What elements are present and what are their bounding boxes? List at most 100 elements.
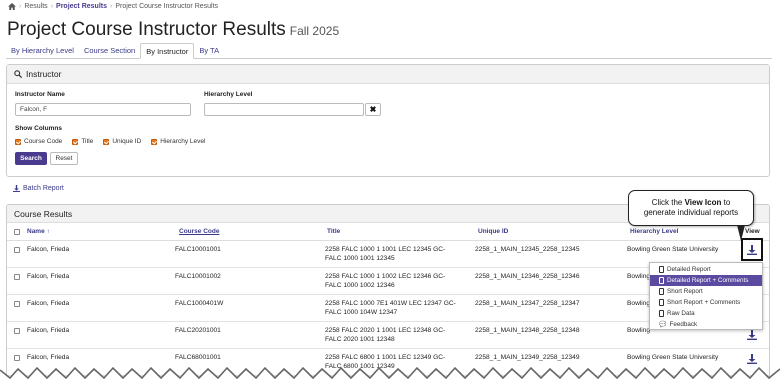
breadcrumb-separator: › — [19, 3, 22, 10]
tab-by-ta[interactable]: By TA — [194, 43, 224, 59]
tab-by-hierarchy-level[interactable]: By Hierarchy Level — [6, 43, 79, 59]
checkbox-checked[interactable] — [151, 138, 158, 145]
row-checkbox[interactable] — [14, 328, 20, 334]
column-label: Title — [81, 138, 94, 145]
instruction-callout: Click the View Icon to generate individu… — [628, 190, 754, 226]
view-download-icon[interactable] — [747, 330, 757, 340]
menu-item-feedback[interactable]: 💬 Feedback — [650, 319, 762, 330]
cell-course-code: FALC1000401W — [175, 300, 224, 307]
breadcrumb-results[interactable]: Results — [24, 3, 47, 10]
checkbox-checked[interactable] — [15, 138, 21, 145]
breadcrumb-separator: › — [110, 3, 113, 10]
instructor-panel-title: Instructor — [26, 69, 62, 79]
home-icon[interactable] — [8, 3, 16, 10]
menu-item-short-report[interactable]: Short Report — [650, 286, 762, 297]
column-label: Hierarchy Level — [160, 138, 206, 145]
cell-title-line2: FALC 1000 1001 12345 — [325, 255, 395, 262]
torn-edge-decoration — [0, 366, 780, 381]
cell-hierarchy: Bowling Green State University — [627, 354, 719, 361]
menu-item-label: Raw Data — [667, 310, 695, 317]
callout-text-line2: generate individual reports — [643, 208, 739, 217]
header-name[interactable]: Name ↑ — [27, 228, 50, 235]
page-title: Project Course Instructor Results Fall 20… — [7, 19, 339, 41]
cell-hierarchy: Bowling — [627, 327, 651, 334]
cell-name: Falcon, Frieda — [27, 246, 70, 253]
menu-item-label: Short Report + Comments — [667, 299, 741, 306]
cell-title-line1: 2258 FALC 1000 1 1002 LEC 12346 GC- — [325, 273, 446, 280]
row-checkbox[interactable] — [14, 247, 20, 253]
menu-item-label: Detailed Report + Comments — [667, 277, 749, 284]
menu-item-detailed-report[interactable]: Detailed Report — [650, 264, 762, 275]
checkbox-checked[interactable] — [72, 138, 79, 145]
select-all-checkbox[interactable] — [14, 229, 20, 235]
column-label: Unique ID — [112, 138, 142, 145]
column-toggle-title[interactable]: Title — [72, 138, 93, 145]
cell-unique-id: 2258_1_MAIN_12349_2258_12349 — [475, 354, 580, 361]
document-icon — [659, 288, 664, 295]
cell-unique-id: 2258_1_MAIN_12347_2258_12347 — [475, 300, 580, 307]
row-checkbox[interactable] — [14, 274, 20, 280]
cell-hierarchy: Bowling Green State University — [627, 246, 719, 253]
cell-unique-id: 2258_1_MAIN_12345_2258_12345 — [475, 246, 580, 253]
close-icon: ✖ — [369, 105, 377, 114]
header-name-label: Name — [27, 228, 45, 235]
cell-title-line1: 2258 FALC 2020 1 1001 LEC 12348 GC- — [325, 327, 446, 334]
clear-hierarchy-button[interactable]: ✖ — [365, 103, 381, 116]
cell-unique-id: 2258_1_MAIN_12346_2258_12346 — [475, 273, 580, 280]
spreadsheet-icon — [659, 310, 664, 317]
menu-item-raw-data[interactable]: Raw Data — [650, 308, 762, 319]
header-title[interactable]: Title — [327, 228, 340, 235]
download-icon — [747, 244, 757, 255]
breadcrumb-project-results[interactable]: Project Results — [56, 3, 107, 10]
column-label: Course Code — [24, 138, 63, 145]
callout-text: Click the — [651, 198, 685, 207]
header-hierarchy-level[interactable]: Hierarchy Level — [630, 228, 678, 235]
cell-title-line1: 2258 FALC 6800 1 1001 LEC 12349 GC- — [325, 354, 446, 361]
view-icon-button[interactable] — [741, 238, 763, 261]
hierarchy-level-input[interactable] — [204, 103, 364, 116]
instructor-panel-header: Instructor — [7, 65, 769, 84]
view-download-icon[interactable] — [747, 354, 757, 364]
tab-by-instructor[interactable]: By Instructor — [140, 43, 195, 59]
menu-item-label: Short Report — [667, 288, 703, 295]
header-unique-id[interactable]: Unique ID — [478, 228, 508, 235]
batch-report-link[interactable]: Batch Report — [13, 185, 64, 192]
show-columns-label: Show Columns — [15, 125, 62, 132]
reset-button[interactable]: Reset — [50, 152, 78, 165]
download-icon — [13, 185, 20, 192]
column-toggle-hierarchy-level[interactable]: Hierarchy Level — [151, 138, 205, 145]
cell-name: Falcon, Frieda — [27, 354, 70, 361]
document-icon — [659, 299, 664, 306]
cell-course-code: FALC20201001 — [175, 327, 221, 334]
cell-title-line2: FALC 2020 1001 12348 — [325, 336, 395, 343]
menu-item-label: Detailed Report — [667, 266, 711, 273]
tab-course-section[interactable]: Course Section — [79, 43, 140, 59]
page-title-text: Project Course Instructor Results — [7, 19, 286, 40]
instructor-name-label: Instructor Name — [15, 91, 65, 98]
menu-item-detailed-report-comments[interactable]: Detailed Report + Comments — [650, 275, 762, 286]
header-course-code[interactable]: Course Code — [179, 228, 219, 235]
cell-course-code: FALC68001001 — [175, 354, 221, 361]
row-checkbox[interactable] — [14, 355, 20, 361]
cell-title-line2: FALC 1000 104W 12347 — [325, 309, 398, 316]
callout-bold-text: View Icon — [684, 198, 722, 207]
cell-title-line1: 2258 FALC 1000 1 1001 LEC 12345 GC- — [325, 246, 446, 253]
menu-item-label: Feedback — [669, 321, 698, 328]
document-icon — [659, 277, 664, 284]
cell-name: Falcon, Frieda — [27, 300, 70, 307]
instructor-name-input[interactable]: Falcon, F — [15, 103, 191, 116]
checkbox-checked[interactable] — [103, 138, 110, 145]
column-toggle-unique-id[interactable]: Unique ID — [103, 138, 141, 145]
results-table-header: Name ↑ Course Code Title Unique ID Hiera… — [7, 224, 769, 241]
breadcrumb-separator: › — [50, 3, 54, 10]
search-button[interactable]: Search — [15, 152, 47, 165]
cell-unique-id: 2258_1_MAIN_12348_2258_12348 — [475, 327, 580, 334]
row-checkbox[interactable] — [14, 301, 20, 307]
cell-course-code: FALC10001001 — [175, 246, 221, 253]
tab-bar: By Hierarchy Level Course Section By Ins… — [6, 43, 772, 59]
menu-item-short-report-comments[interactable]: Short Report + Comments — [650, 297, 762, 308]
cell-hierarchy: Bowling — [627, 300, 651, 307]
column-toggle-course-code[interactable]: Course Code — [15, 138, 62, 145]
breadcrumb: › Results › Project Results › Project Co… — [8, 3, 218, 10]
page: › Results › Project Results › Project Co… — [0, 0, 780, 381]
